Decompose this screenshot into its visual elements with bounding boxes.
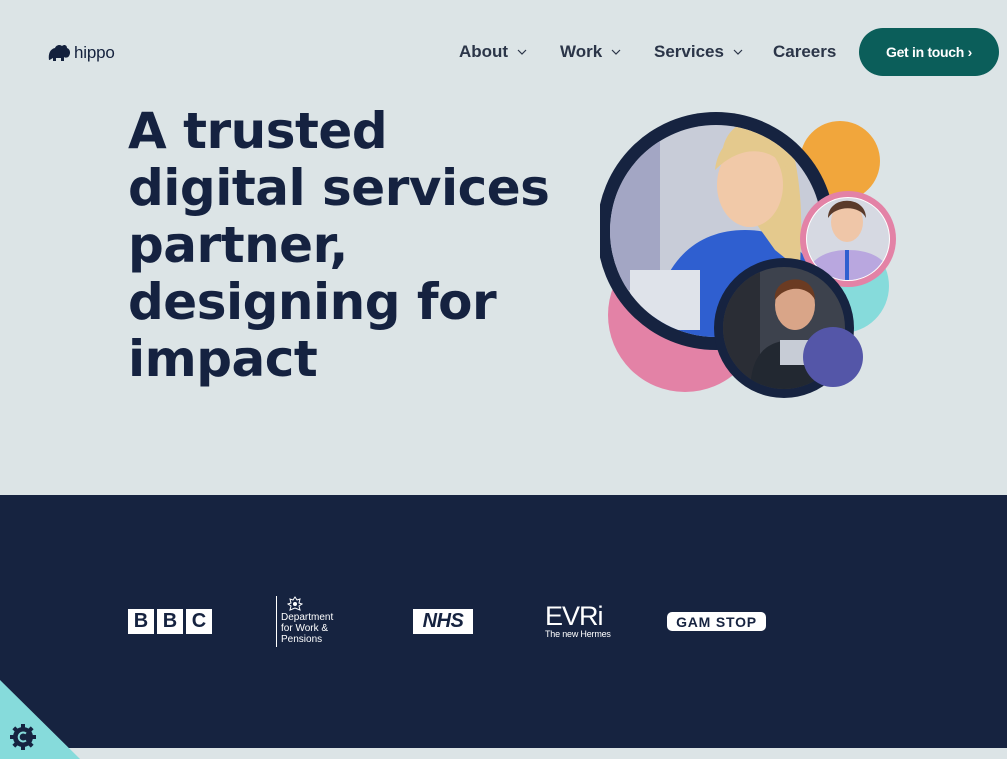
purple-circle xyxy=(803,327,863,387)
bbc-letter: B xyxy=(128,609,154,634)
cookie-settings-button[interactable] xyxy=(0,680,80,759)
hippo-icon xyxy=(48,44,71,61)
nav-careers-label: Careers xyxy=(773,42,837,61)
nav-item-about[interactable]: About xyxy=(459,42,527,62)
cookie-settings-icon xyxy=(10,724,36,750)
nav-item-services[interactable]: Services xyxy=(654,42,743,62)
dwp-lockup: Department for Work & Pensions xyxy=(281,596,333,647)
nav-item-careers[interactable]: Careers xyxy=(773,42,836,62)
evri-wordmark: EVRi xyxy=(545,601,604,631)
chevron-down-icon xyxy=(611,49,621,55)
dwp-text-line: Pensions xyxy=(281,634,323,645)
team-photo-collage xyxy=(600,112,896,398)
dwp-text-line: Department xyxy=(281,612,334,623)
bbc-letter: C xyxy=(186,609,212,634)
royal-crest-icon xyxy=(286,596,304,611)
chevron-down-icon xyxy=(517,49,527,55)
evri-logo: EVRi The new Hermes xyxy=(545,601,611,640)
nav-item-work[interactable]: Work xyxy=(560,42,621,62)
bbc-logo: B B C xyxy=(128,609,212,634)
get-in-touch-button[interactable]: Get in touch › xyxy=(859,28,999,76)
dwp-logo: Department for Work & Pensions xyxy=(276,596,333,647)
hero-section: hippo About Work Services Careers Get in… xyxy=(0,0,1007,495)
nav-about-label: About xyxy=(459,42,509,61)
evri-tagline: The new Hermes xyxy=(545,629,611,639)
gamstop-logo: GAM STOP xyxy=(667,612,766,631)
nav-services-label: Services xyxy=(654,42,724,61)
hero-headline: A trusted digital services partner, desi… xyxy=(128,102,550,388)
nhs-logo: NHS xyxy=(413,609,473,634)
logo-wordmark: hippo xyxy=(74,43,115,62)
nav-work-label: Work xyxy=(560,42,603,61)
dwp-text-line: for Work & xyxy=(281,623,329,634)
dwp-rule xyxy=(276,596,277,647)
chevron-down-icon xyxy=(733,49,743,55)
page-bottom-strip xyxy=(0,748,1007,759)
site-logo[interactable]: hippo xyxy=(46,42,115,64)
bbc-letter: B xyxy=(157,609,183,634)
